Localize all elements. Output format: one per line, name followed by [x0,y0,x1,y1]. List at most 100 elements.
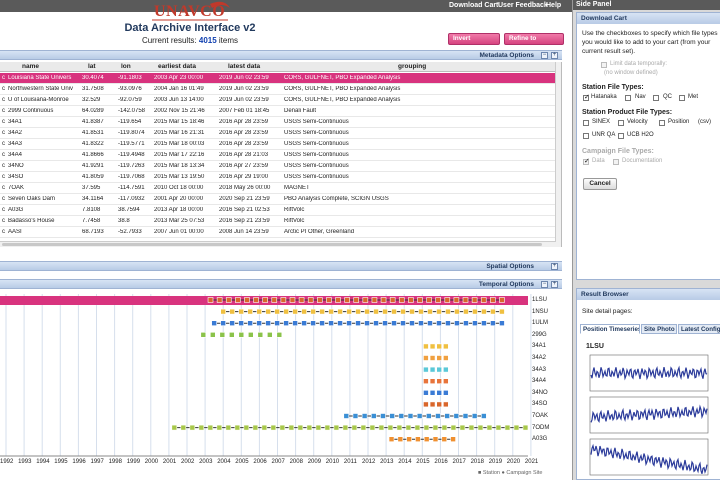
tab-site-photo[interactable]: Site Photo [641,324,677,334]
timeline-station-label[interactable]: 34NO [532,390,548,396]
unavco-logo[interactable]: UNAVCO [148,0,234,21]
data-epoch-marker [211,320,217,327]
side-panel-title: Side Panel [573,0,720,10]
table-row[interactable]: c 34SO 41.8059 -119.7068 2015 Mar 13 19:50 20… [0,172,556,183]
timeline-station-label[interactable]: 1LSU [532,297,547,303]
cell-p: c [2,97,5,103]
table-row[interactable]: c Louisiana State Univers 30.4074 -91.1803 2… [0,73,556,84]
velocity-checkbox[interactable] [618,120,624,126]
timeline-station-label[interactable]: 34A1 [532,343,546,349]
timeline-station-label[interactable]: 34A4 [532,378,546,384]
cell-latest: 2008 Jun 14 23:59 [219,229,269,235]
tab-latest-configuration[interactable]: Latest Configu [678,324,720,334]
data-epoch-marker [454,308,460,315]
timeline-year-label: 1996 [72,459,86,465]
ucb-h2o-checkbox[interactable] [618,133,624,139]
data-epoch-marker [472,308,478,315]
documentation-checkbox[interactable] [613,159,619,165]
col-lon-header[interactable]: lon [121,63,131,70]
table-row[interactable]: c AASI 68.7193 -52.7933 2007 Jun 01 00:00 200… [0,227,556,238]
invert-selected-button[interactable]: Invert selected [448,33,500,52]
timeline-station-label[interactable]: 34SO [532,401,547,407]
timeline-station-label[interactable]: 1ULM [532,320,548,326]
timeline-station-label[interactable]: 1NSU [532,309,548,315]
table-row[interactable]: c 2999 Continuous 64.0289 -142.0758 2002 Nov… [0,106,556,117]
data-epoch-marker [355,320,361,327]
hatanaka-checkbox[interactable] [583,93,590,101]
table-row[interactable]: c 34NO 41.9291 -119.7263 2015 Mar 18 13:34 20… [0,161,556,172]
table-row[interactable]: c A03G 7.8108 38.7594 2013 Apr 18 00:00 2016 … [0,205,556,216]
timeline-station-label[interactable]: 34A3 [532,367,546,373]
col-earliest-header[interactable]: earliest data [158,63,196,70]
col-lat-header[interactable]: lat [88,63,96,70]
table-row[interactable]: c Badasso's House 7.7458 38.8 2013 Mar 25 07… [0,216,556,227]
table-row[interactable]: c 34A4 41.8666 -119.4948 2015 Mar 17 22:16 20… [0,150,556,161]
timeline-station-label[interactable]: 7OAK [532,413,548,419]
collapse-icon[interactable]: − [541,52,548,59]
data-epoch-marker [209,331,216,338]
table-row[interactable]: c Northwestern State Univ 31.7508 -93.0976 2… [0,84,556,95]
expand-icon[interactable]: + [551,281,558,288]
data-epoch-marker [288,424,295,431]
unr-qa-checkbox[interactable] [583,133,589,139]
cell-grouping: CORS, GULFNET, PBO Expanded Analysis [284,86,401,92]
data-epoch-marker [274,320,280,327]
col-latest-header[interactable]: latest data [228,63,260,70]
data-epoch-marker [429,366,436,373]
data-epoch-marker [200,331,207,338]
campaign-data-checkbox[interactable] [583,157,590,165]
cell-p: c [2,207,5,213]
position-checkbox[interactable] [659,120,665,126]
download-cart-title: Download Cart [577,13,720,24]
met-checkbox[interactable] [679,95,685,101]
data-epoch-marker [436,390,442,396]
data-epoch-marker [274,308,280,315]
data-epoch-marker [346,308,352,315]
timeline-station-label[interactable]: A03G [532,436,547,442]
data-epoch-marker [301,320,307,327]
scroll-thumb[interactable] [2,243,542,246]
timeline-station-label[interactable]: 34A2 [532,355,546,361]
cell-name: Badasso's House [8,218,55,224]
user-feedback-link[interactable]: User Feedback [498,2,548,9]
temporal-timeline[interactable]: 1LSU 1NSU 1ULM 299G 34A1 34A2 34A3 34A4 34NO 34SO… [0,290,562,480]
table-row[interactable]: c 34A3 41.8322 -119.5771 2015 Mar 18 00:03 20… [0,139,556,150]
limit-temporal-checkbox[interactable] [601,62,607,68]
table-row[interactable]: c 7OAK 37.595 -114.7591 2010 Oct 18 00:00 201… [0,183,556,194]
table-horizontal-scrollbar[interactable] [0,241,556,247]
timeline-station-label[interactable]: 7ODM [532,425,549,431]
cancel-button[interactable]: Cancel [583,178,617,190]
help-link[interactable]: Help [546,2,561,9]
data-epoch-marker [423,343,429,350]
table-row[interactable]: c Seven Oaks Dam 34.1164 -117.0932 2001 Apr … [0,194,556,205]
table-row[interactable]: cU of Louisiana-Monroe 32.529 -92.0759 2003… [0,95,556,106]
cell-earliest: 2007 Jun 01 00:00 [154,229,204,235]
timeline-plot[interactable] [0,290,562,480]
col-name-header[interactable]: name [22,63,39,70]
table-vertical-scrollbar[interactable] [555,62,561,247]
data-epoch-marker [261,424,268,431]
tab-position-timeseries[interactable]: Position Timeseries [580,324,640,334]
table-row[interactable]: c 34A1 41.8387 -119.654 2015 Mar 15 18:46 201… [0,117,556,128]
col-grouping-header[interactable]: grouping [398,63,426,70]
spatial-options-bar[interactable]: Spatial Options + [0,261,562,271]
refine-to-selected-button[interactable]: Refine to selected [504,33,564,52]
expand-icon[interactable]: + [551,52,558,59]
data-epoch-marker [283,308,289,315]
data-epoch-marker [207,297,214,303]
table-row[interactable]: c 34A2 41.8531 -119.8074 2015 Mar 16 21:31 20… [0,128,556,139]
timeline-station-label[interactable]: 299G [532,332,547,338]
cell-earliest: 2013 Mar 25 07:53 [154,218,205,224]
temporal-options-bar[interactable]: Temporal Options − + [0,279,562,289]
expand-icon[interactable]: + [551,263,558,270]
sinex-checkbox[interactable] [583,120,589,126]
cell-latest: 2016 Apr 29 19:00 [219,174,269,180]
metadata-options-bar[interactable]: Metadata Options − + [0,50,562,60]
cell-lat: 31.7508 [82,86,104,92]
data-epoch-marker [495,424,502,431]
nav-checkbox[interactable] [625,95,631,101]
collapse-icon[interactable]: − [541,281,548,288]
download-cart-link[interactable]: Download Cart [449,2,498,9]
qc-checkbox[interactable] [653,95,659,101]
data-epoch-marker [423,378,429,384]
